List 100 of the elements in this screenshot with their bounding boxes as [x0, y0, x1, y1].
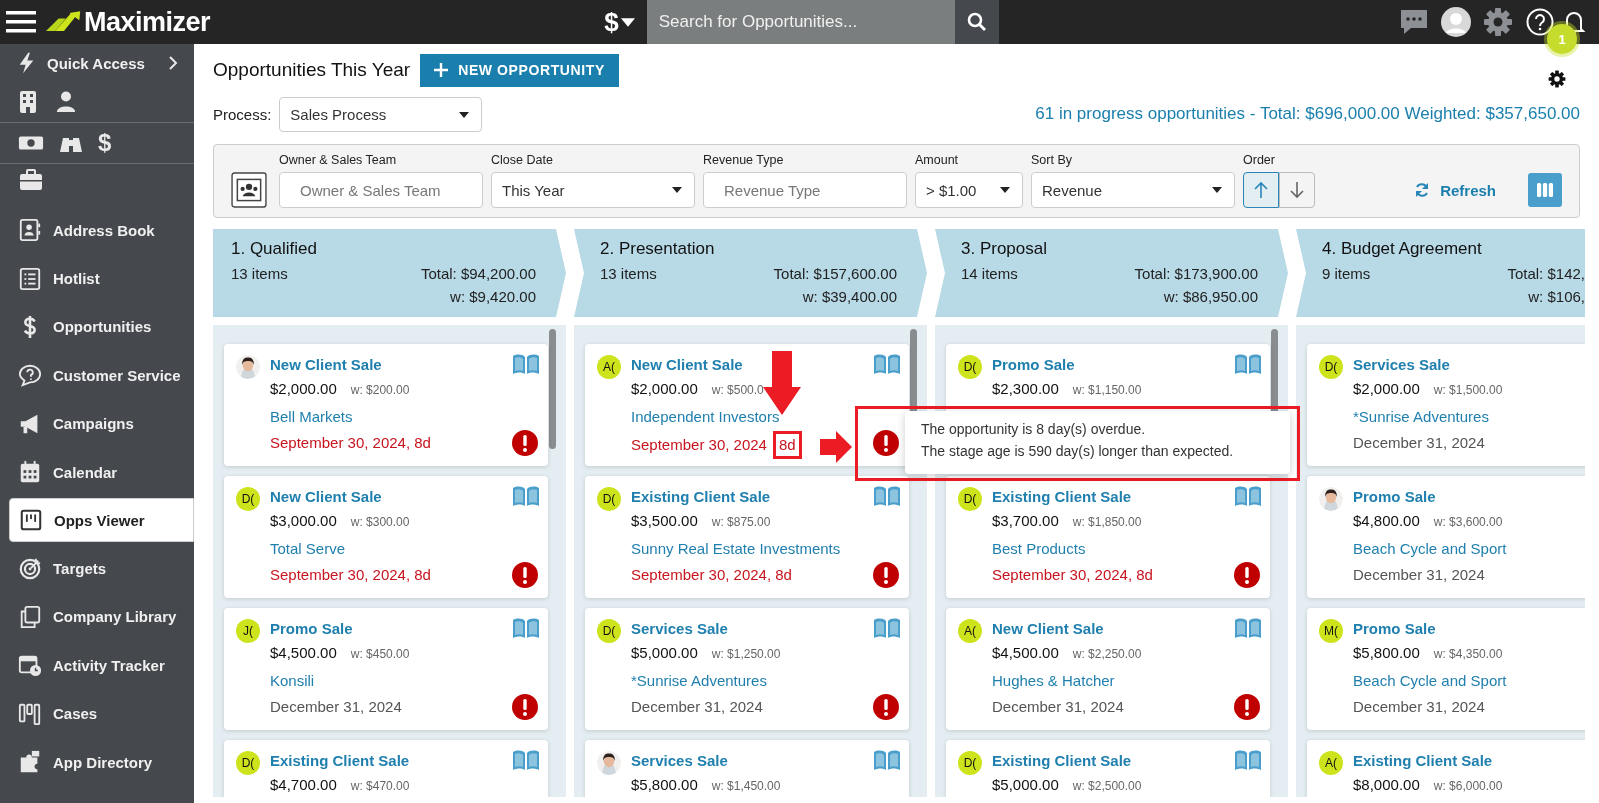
- nav-item[interactable]: Address Book: [0, 206, 194, 255]
- company-link[interactable]: Independent Investors: [631, 403, 802, 431]
- alert-icon[interactable]: [1234, 694, 1260, 720]
- nav-item[interactable]: App Directory: [0, 737, 194, 787]
- nav-item[interactable]: Opportunities: [0, 302, 194, 352]
- sort-ascending-button[interactable]: [1243, 172, 1279, 208]
- opportunity-card[interactable]: D( Existing Client Sale $3,500.00 w: $875.00 Sunny Real Estate Investments September 30, 2024, 8d: [585, 476, 909, 598]
- building-icon[interactable]: [18, 90, 38, 114]
- filter-select[interactable]: > $1.00: [915, 172, 1023, 208]
- book-icon[interactable]: [1234, 617, 1262, 639]
- nav-item[interactable]: Campaigns: [0, 399, 194, 448]
- book-icon[interactable]: [873, 485, 901, 507]
- opportunity-card[interactable]: M( Promo Sale $5,800.00 w: $4,350.00 Beach Cycle and Sport December 31, 2024: [1307, 608, 1585, 730]
- nav-item[interactable]: Targets: [0, 544, 194, 593]
- book-icon[interactable]: [512, 617, 540, 639]
- company-link[interactable]: Beach Cycle and Sport: [1353, 535, 1507, 563]
- opportunity-title[interactable]: New Client Sale: [631, 354, 802, 376]
- user-avatar-icon[interactable]: [1441, 7, 1471, 37]
- opportunity-title[interactable]: New Client Sale: [270, 354, 431, 376]
- company-link[interactable]: Beach Cycle and Sport: [1353, 667, 1507, 695]
- process-select[interactable]: Sales Process: [279, 96, 483, 132]
- nav-item[interactable]: Customer Service: [0, 351, 194, 400]
- book-icon[interactable]: [512, 485, 540, 507]
- settings-icon[interactable]: [1548, 70, 1566, 88]
- nav-item[interactable]: Company Library: [0, 592, 194, 642]
- refresh-button[interactable]: Refresh: [1408, 172, 1502, 208]
- filter-select[interactable]: This Year: [491, 172, 695, 208]
- opportunity-card[interactable]: A( New Client Sale $2,000.00 w: $500.0 Independent Investors September 30, 2024 8d: [585, 344, 909, 466]
- book-icon[interactable]: [873, 353, 901, 375]
- quick-access-label[interactable]: Quick Access: [47, 54, 168, 72]
- opportunity-card[interactable]: New Client Sale $2,000.00 w: $200.00 Bell Markets September 30, 2024, 8d: [224, 344, 548, 466]
- nav-item[interactable]: Opps Viewer: [9, 498, 194, 543]
- company-link[interactable]: Konsili: [270, 667, 410, 695]
- company-link[interactable]: *Sunrise Adventures: [631, 667, 781, 695]
- company-link[interactable]: Hughes & Hatcher: [992, 667, 1142, 695]
- currency-menu[interactable]: $: [598, 6, 641, 38]
- opportunity-title[interactable]: Services Sale: [631, 750, 781, 772]
- company-link[interactable]: Sunny Real Estate Investments: [631, 535, 841, 563]
- dollar-icon[interactable]: $: [98, 129, 112, 157]
- columns-view-button[interactable]: [1528, 173, 1562, 207]
- opportunity-card[interactable]: A( New Client Sale $4,500.00 w: $2,250.00 Hughes & Hatcher December 31, 2024: [946, 608, 1270, 730]
- opportunity-title[interactable]: Existing Client Sale: [631, 486, 841, 508]
- opportunity-title[interactable]: Promo Sale: [1353, 486, 1507, 508]
- help-icon[interactable]: [1525, 7, 1555, 37]
- company-link[interactable]: *Sunrise Adventures: [1353, 403, 1503, 431]
- filter-select[interactable]: Revenue: [1031, 172, 1235, 208]
- opportunity-card[interactable]: D( Services Sale $5,000.00 w: $1,250.00 *Sunrise Adventures December 31, 2024: [585, 608, 909, 730]
- book-icon[interactable]: [1234, 485, 1262, 507]
- alert-icon[interactable]: [873, 694, 899, 720]
- alert-icon[interactable]: [512, 694, 538, 720]
- alert-icon[interactable]: [512, 562, 538, 588]
- opportunity-title[interactable]: Existing Client Sale: [992, 486, 1153, 508]
- opportunity-card[interactable]: A( Existing Client Sale $8,000.00 w: $6,000.00: [1307, 740, 1585, 797]
- opportunity-card[interactable]: D( New Client Sale $3,000.00 w: $300.00 Total Serve September 30, 2024, 8d: [224, 476, 548, 598]
- company-link[interactable]: Best Products: [992, 535, 1153, 563]
- book-icon[interactable]: [873, 617, 901, 639]
- alert-icon[interactable]: [873, 562, 899, 588]
- opportunity-title[interactable]: Promo Sale: [992, 354, 1142, 376]
- opportunity-title[interactable]: Existing Client Sale: [270, 750, 410, 772]
- search-button[interactable]: [954, 0, 999, 44]
- opportunity-card[interactable]: D( Existing Client Sale $4,700.00 w: $470.00: [224, 740, 548, 797]
- nav-item[interactable]: Cases: [0, 689, 194, 738]
- opportunity-title[interactable]: Existing Client Sale: [1353, 750, 1503, 772]
- opportunity-card[interactable]: Promo Sale $4,800.00 w: $3,600.00 Beach Cycle and Sport December 31, 2024: [1307, 476, 1585, 598]
- sort-descending-button[interactable]: [1279, 172, 1315, 208]
- opportunity-card[interactable]: D( Existing Client Sale $5,000.00 w: $2,500.00: [946, 740, 1270, 797]
- menu-icon[interactable]: [6, 10, 36, 34]
- opportunity-title[interactable]: Promo Sale: [270, 618, 410, 640]
- opportunity-card[interactable]: D( Existing Client Sale $3,700.00 w: $1,850.00 Best Products September 30, 2024, 8d: [946, 476, 1270, 598]
- book-icon[interactable]: [512, 749, 540, 771]
- nav-item[interactable]: Hotlist: [0, 254, 194, 303]
- company-link[interactable]: Total Serve: [270, 535, 431, 563]
- opportunity-card[interactable]: J( Promo Sale $4,500.00 w: $450.00 Konsili December 31, 2024: [224, 608, 548, 730]
- opportunity-card[interactable]: Services Sale $5,800.00 w: $1,450.00: [585, 740, 909, 797]
- book-icon[interactable]: [512, 353, 540, 375]
- alert-icon[interactable]: [873, 430, 899, 456]
- new-opportunity-button[interactable]: NEW OPPORTUNITY: [420, 53, 619, 87]
- alert-icon[interactable]: [512, 430, 538, 456]
- opportunity-title[interactable]: Services Sale: [1353, 354, 1503, 376]
- person-icon[interactable]: [56, 90, 76, 114]
- team-icon[interactable]: [231, 172, 267, 208]
- filter-field[interactable]: Owner & Sales Team: [279, 172, 483, 208]
- filter-field[interactable]: Revenue Type: [703, 172, 907, 208]
- briefcase-icon[interactable]: [18, 169, 44, 191]
- nav-item[interactable]: Calendar: [0, 447, 194, 497]
- search-field[interactable]: Search for Opportunities...: [646, 0, 955, 44]
- book-icon[interactable]: [1234, 353, 1262, 375]
- opportunity-title[interactable]: Services Sale: [631, 618, 781, 640]
- chevron-right-icon[interactable]: [168, 55, 178, 71]
- opportunity-card[interactable]: D( Services Sale $2,000.00 w: $1,500.00 *Sunrise Adventures December 31, 2024: [1307, 344, 1585, 466]
- chat-icon[interactable]: [1399, 7, 1429, 37]
- scrollbar[interactable]: [549, 329, 556, 449]
- book-icon[interactable]: [1234, 749, 1262, 771]
- company-link[interactable]: Bell Markets: [270, 403, 431, 431]
- nav-item[interactable]: Activity Tracker: [0, 641, 194, 690]
- opportunity-title[interactable]: New Client Sale: [270, 486, 431, 508]
- alert-icon[interactable]: [1234, 562, 1260, 588]
- opportunity-title[interactable]: Promo Sale: [1353, 618, 1507, 640]
- book-icon[interactable]: [873, 749, 901, 771]
- opportunity-title[interactable]: Existing Client Sale: [992, 750, 1142, 772]
